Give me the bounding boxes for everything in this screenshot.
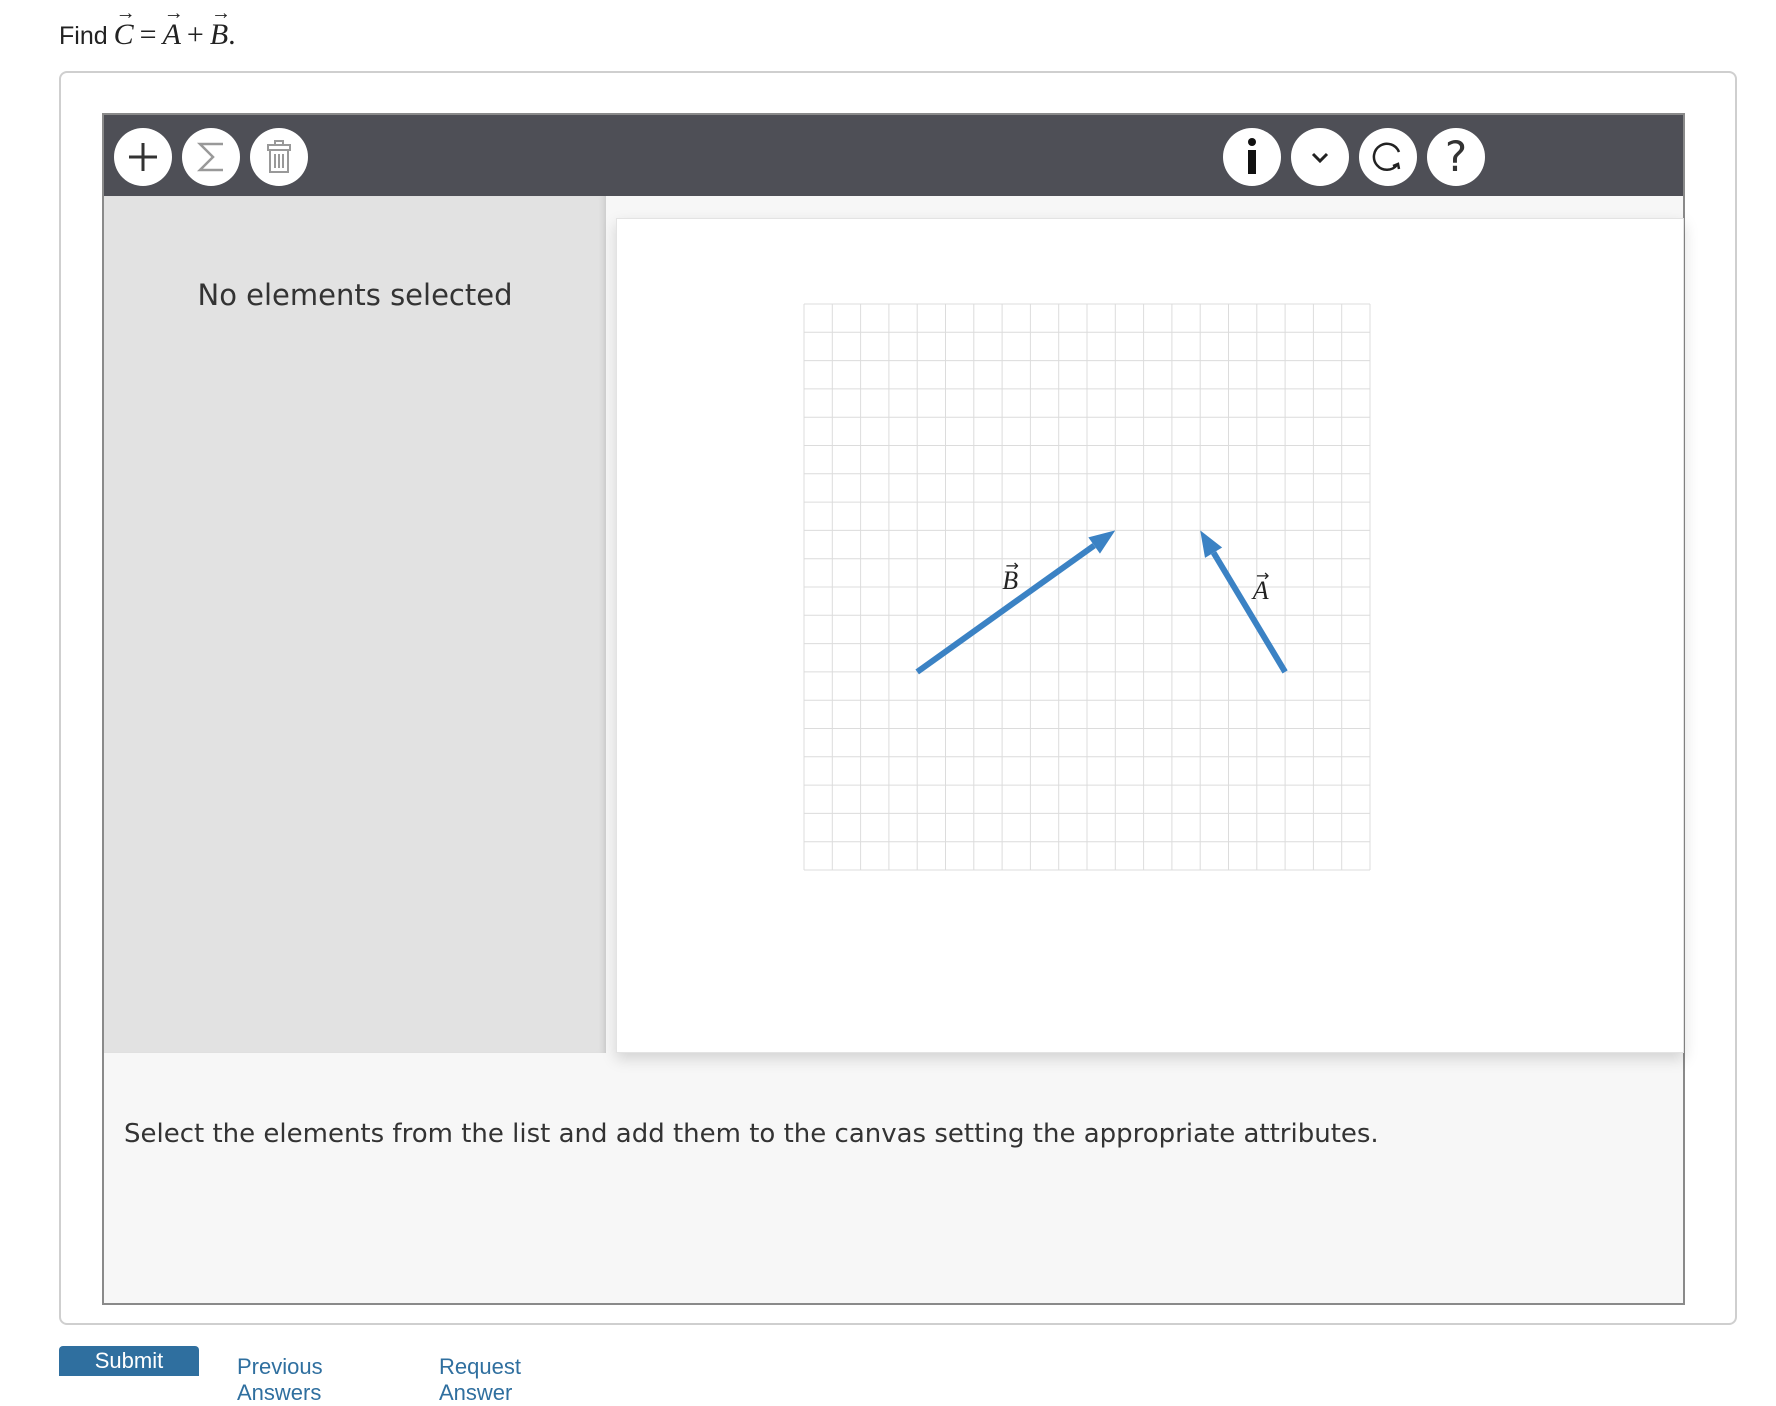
request-answer-link[interactable]: Request Answer: [439, 1354, 521, 1406]
vector-arrow: →: [163, 2, 184, 24]
question-equation: → C = → A + → B.: [113, 2, 236, 52]
vector-arrow: →: [210, 2, 231, 24]
reset-button[interactable]: [1359, 128, 1417, 186]
trash-icon: [267, 140, 291, 173]
help-icon: ?: [1444, 132, 1468, 181]
vector-shaft[interactable]: [1211, 551, 1288, 674]
plus-sign: +: [186, 18, 204, 51]
vector-arrow: →: [115, 2, 136, 24]
question-prefix: Find: [59, 22, 108, 50]
delete-button[interactable]: [250, 128, 308, 186]
vector-b[interactable]: B→: [915, 530, 1116, 675]
vector-b-symbol: → B: [209, 2, 231, 51]
drawing-canvas[interactable]: A → B →: [616, 218, 1684, 1053]
vector-drawing-tool: ? No elements selected A → B → Select the e…: [102, 113, 1685, 1305]
grid-canvas[interactable]: A→ B→: [617, 219, 1683, 1052]
grid-lines: [803, 303, 1371, 871]
equals-sign: =: [139, 18, 157, 51]
vector-a[interactable]: A→: [1200, 530, 1288, 674]
vector-arrowhead[interactable]: [1200, 530, 1223, 558]
vector-label-arrow: →: [1006, 556, 1019, 575]
question-prompt: Find → C = → A + → B.: [59, 2, 236, 52]
vector-c-symbol: → C: [113, 2, 136, 51]
add-element-button[interactable]: [114, 128, 172, 186]
sum-button[interactable]: [182, 128, 240, 186]
sigma-icon: [196, 142, 223, 172]
plus-icon: [129, 143, 157, 171]
info-button[interactable]: [1223, 128, 1281, 186]
submit-button[interactable]: Submit: [59, 1346, 199, 1376]
chevron-down-icon: [1311, 152, 1329, 164]
vector-label-arrow: →: [1256, 566, 1269, 585]
help-button[interactable]: ?: [1427, 128, 1485, 186]
previous-answers-link[interactable]: Previous Answers: [237, 1354, 323, 1406]
more-options-button[interactable]: [1291, 128, 1349, 186]
reset-icon: [1372, 142, 1401, 172]
info-icon: [1248, 138, 1256, 174]
element-list-panel: No elements selected: [104, 196, 606, 1053]
toolbar: ?: [104, 115, 1683, 196]
instructions-text: Select the elements from the list and ad…: [124, 1119, 1379, 1149]
vector-a-symbol: → A: [162, 2, 184, 51]
selection-status: No elements selected: [197, 278, 513, 312]
